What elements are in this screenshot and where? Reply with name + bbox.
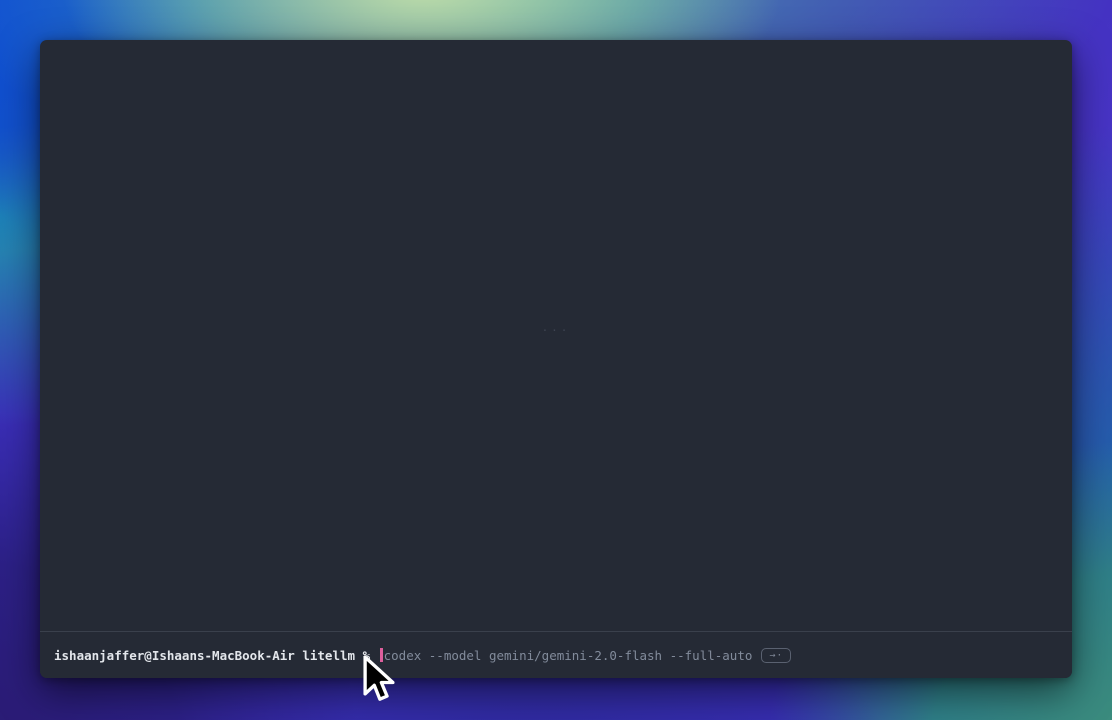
terminal-window: ... ishaanjaffer@Ishaans-MacBook-Air lit… [40, 40, 1072, 678]
command-suggestion: codex --model gemini/gemini-2.0-flash --… [384, 648, 753, 663]
accept-suggestion-hint-badge[interactable]: →· [761, 648, 791, 663]
terminal-output-area[interactable]: ... [40, 40, 1072, 631]
text-cursor [380, 648, 383, 662]
loading-ellipsis: ... [40, 321, 1072, 334]
prompt-user-host: ishaanjaffer@Ishaans-MacBook-Air [54, 648, 295, 663]
command-input-line[interactable]: ishaanjaffer@Ishaans-MacBook-Air litellm… [40, 631, 1072, 678]
prompt-directory: litellm [295, 648, 355, 663]
prompt-symbol: % [355, 648, 378, 663]
